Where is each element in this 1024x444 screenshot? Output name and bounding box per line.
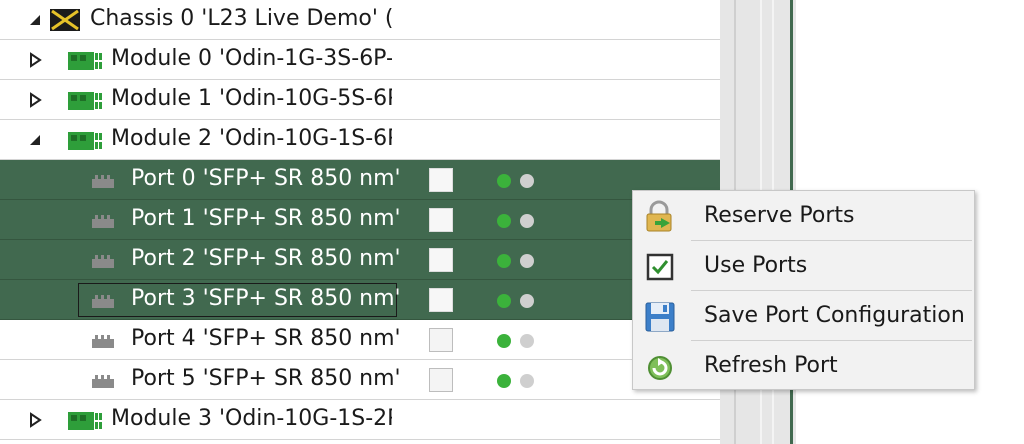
expanded-arrow-icon[interactable] bbox=[26, 11, 44, 29]
context-menu: Reserve Ports Use Ports Save Port Config… bbox=[632, 190, 975, 390]
module-label: Module 2 'Odin-10G-1S-6P bbox=[111, 126, 392, 151]
checkbox-checked-icon bbox=[646, 253, 674, 281]
port-icon bbox=[92, 375, 114, 388]
link-status-indicator bbox=[497, 374, 511, 388]
port-label: Port 4 'SFP+ SR 850 nm' bbox=[131, 326, 401, 351]
tree-row-port[interactable]: Port 2 'SFP+ SR 850 nm' bbox=[0, 240, 720, 280]
expanded-arrow-icon[interactable] bbox=[26, 131, 44, 149]
link-status-indicator bbox=[497, 294, 511, 308]
tree-row-module[interactable]: Module 2 'Odin-10G-1S-6P bbox=[0, 120, 720, 160]
module-label: Module 0 'Odin-1G-3S-6P- bbox=[111, 46, 392, 71]
tree-row-chassis[interactable]: Chassis 0 'L23 Live Demo' (10 bbox=[0, 0, 720, 40]
module-label: Module 3 'Odin-10G-1S-2P bbox=[111, 406, 392, 431]
module-label: Module 1 'Odin-10G-5S-6P bbox=[111, 86, 392, 111]
menu-item-label: Use Ports bbox=[704, 253, 808, 278]
tree-row-module[interactable]: Module 3 'Odin-10G-1S-2P bbox=[0, 400, 720, 440]
chassis-label: Chassis 0 'L23 Live Demo' (10 bbox=[90, 6, 392, 31]
port-icon bbox=[92, 175, 114, 188]
port-icon bbox=[92, 335, 114, 348]
traffic-status-indicator bbox=[520, 374, 534, 388]
module-icon bbox=[68, 92, 102, 110]
chassis-icon bbox=[50, 9, 80, 31]
menu-separator bbox=[691, 290, 972, 291]
link-status-indicator bbox=[497, 254, 511, 268]
tree-row-port[interactable]: Port 0 'SFP+ SR 850 nm' bbox=[0, 160, 720, 200]
collapsed-arrow-icon[interactable] bbox=[26, 91, 44, 109]
port-label: Port 3 'SFP+ SR 850 nm' bbox=[131, 286, 401, 311]
module-icon bbox=[68, 412, 102, 430]
module-icon bbox=[68, 52, 102, 70]
menu-separator bbox=[691, 240, 972, 241]
floppy-disk-icon bbox=[645, 302, 675, 332]
port-label: Port 1 'SFP+ SR 850 nm' bbox=[131, 206, 401, 231]
port-label: Port 0 'SFP+ SR 850 nm' bbox=[131, 166, 401, 191]
port-icon bbox=[92, 255, 114, 268]
traffic-status-indicator bbox=[520, 334, 534, 348]
link-status-indicator bbox=[497, 214, 511, 228]
menu-item-use-ports[interactable]: Use Ports bbox=[633, 242, 974, 292]
traffic-status-indicator bbox=[520, 294, 534, 308]
traffic-status-indicator bbox=[520, 214, 534, 228]
tree-row-port[interactable]: Port 3 'SFP+ SR 850 nm' bbox=[0, 280, 720, 320]
port-use-checkbox[interactable] bbox=[429, 288, 453, 312]
traffic-status-indicator bbox=[520, 174, 534, 188]
menu-item-label: Reserve Ports bbox=[704, 203, 855, 228]
refresh-icon bbox=[648, 356, 672, 380]
port-use-checkbox[interactable] bbox=[429, 168, 453, 192]
tree-row-port[interactable]: Port 5 'SFP+ SR 850 nm' bbox=[0, 360, 720, 400]
chassis-tree: Chassis 0 'L23 Live Demo' (10 Module 0 '… bbox=[0, 0, 720, 444]
port-use-checkbox[interactable] bbox=[429, 328, 453, 352]
port-icon bbox=[92, 215, 114, 228]
port-label: Port 5 'SFP+ SR 850 nm' bbox=[131, 366, 401, 391]
port-use-checkbox[interactable] bbox=[429, 248, 453, 272]
menu-item-label: Save Port Configuration bbox=[704, 303, 965, 328]
port-use-checkbox[interactable] bbox=[429, 368, 453, 392]
module-icon bbox=[68, 132, 102, 150]
traffic-status-indicator bbox=[520, 254, 534, 268]
menu-item-label: Refresh Port bbox=[704, 353, 838, 378]
port-label: Port 2 'SFP+ SR 850 nm' bbox=[131, 246, 401, 271]
tree-row-module[interactable]: Module 1 'Odin-10G-5S-6P bbox=[0, 80, 720, 120]
port-icon bbox=[92, 295, 114, 308]
tree-row-module[interactable]: Module 0 'Odin-1G-3S-6P- bbox=[0, 40, 720, 80]
lock-icon bbox=[646, 200, 672, 232]
collapsed-arrow-icon[interactable] bbox=[26, 51, 44, 69]
tree-row-port[interactable]: Port 1 'SFP+ SR 850 nm' bbox=[0, 200, 720, 240]
menu-item-reserve-ports[interactable]: Reserve Ports bbox=[633, 192, 974, 242]
link-status-indicator bbox=[497, 174, 511, 188]
port-use-checkbox[interactable] bbox=[429, 208, 453, 232]
menu-separator bbox=[691, 340, 972, 341]
menu-item-refresh-port[interactable]: Refresh Port bbox=[633, 342, 974, 392]
menu-item-save-port-configuration[interactable]: Save Port Configuration bbox=[633, 292, 974, 342]
link-status-indicator bbox=[497, 334, 511, 348]
tree-row-port[interactable]: Port 4 'SFP+ SR 850 nm' bbox=[0, 320, 720, 360]
collapsed-arrow-icon[interactable] bbox=[26, 411, 44, 429]
